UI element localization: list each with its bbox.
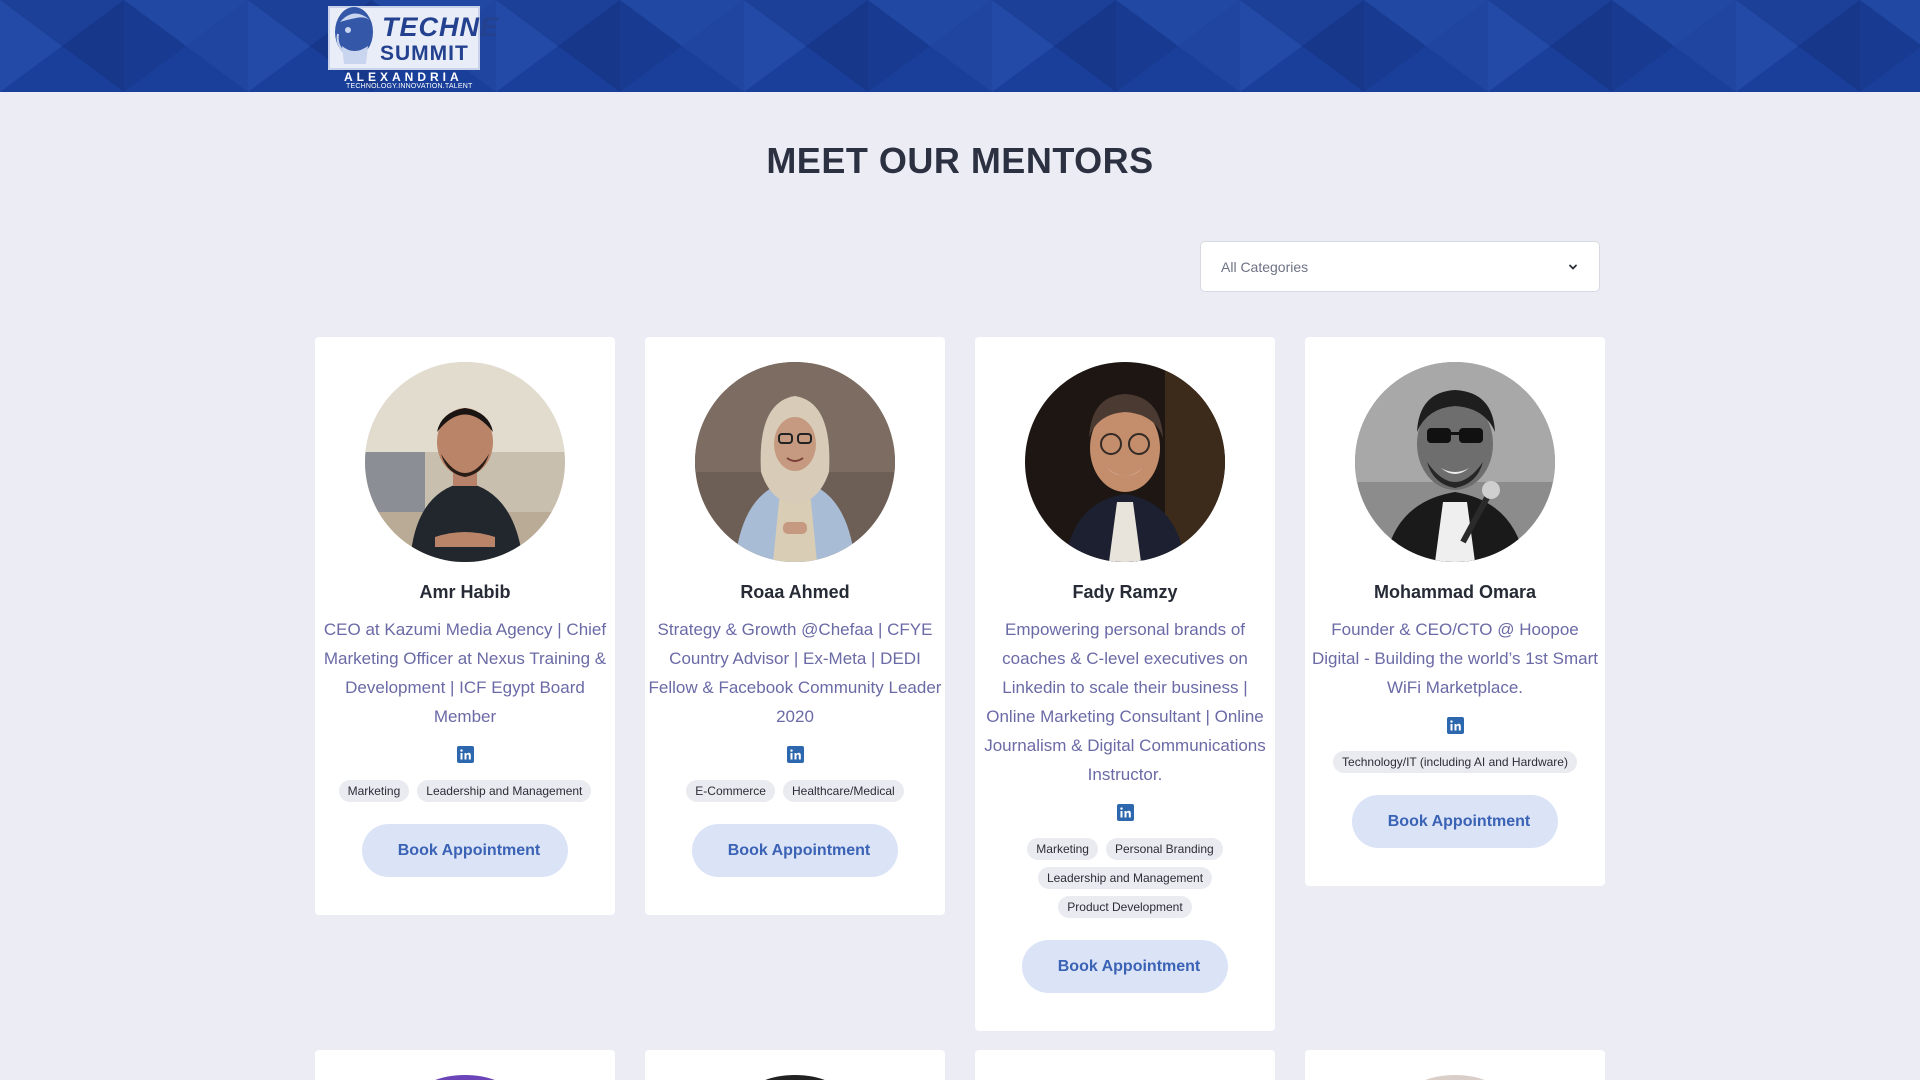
category-filter-select[interactable]: All Categories: [1200, 241, 1600, 292]
logo-tagline: TECHNOLOGY.INNOVATION.TALENT: [346, 83, 473, 90]
linkedin-icon[interactable]: [1116, 804, 1134, 821]
mentor-tags: E-Commerce Healthcare/Medical: [650, 780, 940, 802]
mentor-avatar: [1025, 362, 1225, 562]
category-tag: Leadership and Management: [417, 780, 592, 802]
mentor-avatar-partial: [420, 1075, 510, 1080]
category-tag: Marketing: [1027, 838, 1098, 860]
linkedin-icon[interactable]: [456, 746, 474, 763]
mentor-card-partial: [315, 1050, 615, 1080]
category-tag: Personal Branding: [1105, 838, 1223, 860]
mentor-card-partial: [1305, 1050, 1605, 1080]
mentor-card-partial: [645, 1050, 945, 1080]
mentor-card: Fady Ramzy Empowering personal brands of…: [975, 337, 1275, 1031]
mentor-tags: Marketing Personal Branding Leadership a…: [1010, 838, 1240, 918]
category-tag: E-Commerce: [686, 780, 775, 802]
mentor-tags: Technology/IT (including AI and Hardware…: [1310, 751, 1600, 773]
banner-pattern: [0, 0, 1920, 92]
category-tag: Technology/IT (including AI and Hardware…: [1333, 751, 1577, 773]
mentor-bio: Strategy & Growth @Chefaa | CFYE Country…: [648, 620, 942, 726]
mentor-card: Amr Habib CEO at Kazumi Media Agency | C…: [315, 337, 615, 915]
chevron-down-icon: [1569, 264, 1577, 270]
mentor-bio: Founder & CEO/CTO @ Hoopoe Digital - Bui…: [1312, 620, 1598, 697]
mentor-avatar: [695, 362, 895, 562]
category-tag: Product Development: [1058, 896, 1192, 918]
page-title: MEET OUR MENTORS: [766, 140, 1154, 181]
mentor-tags: Marketing Leadership and Management: [320, 780, 610, 802]
mentor-avatar-partial: [1410, 1075, 1500, 1080]
mentor-name: Mohammad Omara: [1373, 582, 1537, 602]
logo-line-techne: TECHNE: [382, 12, 500, 42]
logo-line-summit: SUMMIT: [380, 42, 469, 65]
mentor-avatar: [365, 362, 565, 562]
linkedin-icon[interactable]: [786, 746, 804, 763]
mentor-avatar-partial: [750, 1075, 840, 1080]
category-filter-value: All Categories: [1221, 258, 1309, 275]
linkedin-icon[interactable]: [1446, 717, 1464, 734]
mentor-name: Fady Ramzy: [1072, 582, 1178, 602]
logo-head-icon: [335, 7, 373, 64]
header-banner: TECHNE SUMMIT ALEXANDRIA TECHNOLOGY.INNO…: [0, 0, 1920, 92]
mentor-bio: Empowering personal brands of coaches & …: [984, 620, 1266, 784]
mentor-card: Roaa Ahmed Strategy & Growth @Chefaa | C…: [645, 337, 945, 915]
mentor-name: Amr Habib: [419, 582, 511, 602]
mentor-card-partial: [975, 1050, 1275, 1080]
mentor-bio: CEO at Kazumi Media Agency | Chief Marke…: [323, 620, 607, 726]
mentor-name: Roaa Ahmed: [740, 582, 850, 602]
logo-line-alexandria: ALEXANDRIA: [344, 70, 463, 84]
category-tag: Leadership and Management: [1037, 867, 1213, 889]
book-appointment-button[interactable]: Book Appointment: [362, 824, 568, 877]
mentor-avatar: [1355, 362, 1555, 562]
category-tag: Marketing: [338, 780, 410, 802]
book-appointment-button[interactable]: Book Appointment: [692, 824, 898, 877]
techne-summit-logo[interactable]: TECHNE SUMMIT ALEXANDRIA TECHNOLOGY.INNO…: [328, 4, 498, 90]
mentor-card: Mohammad Omara Founder & CEO/CTO @ Hoopo…: [1305, 337, 1605, 886]
category-tag: Healthcare/Medical: [782, 780, 904, 802]
book-appointment-button[interactable]: Book Appointment: [1022, 940, 1228, 993]
book-appointment-button[interactable]: Book Appointment: [1352, 795, 1558, 848]
